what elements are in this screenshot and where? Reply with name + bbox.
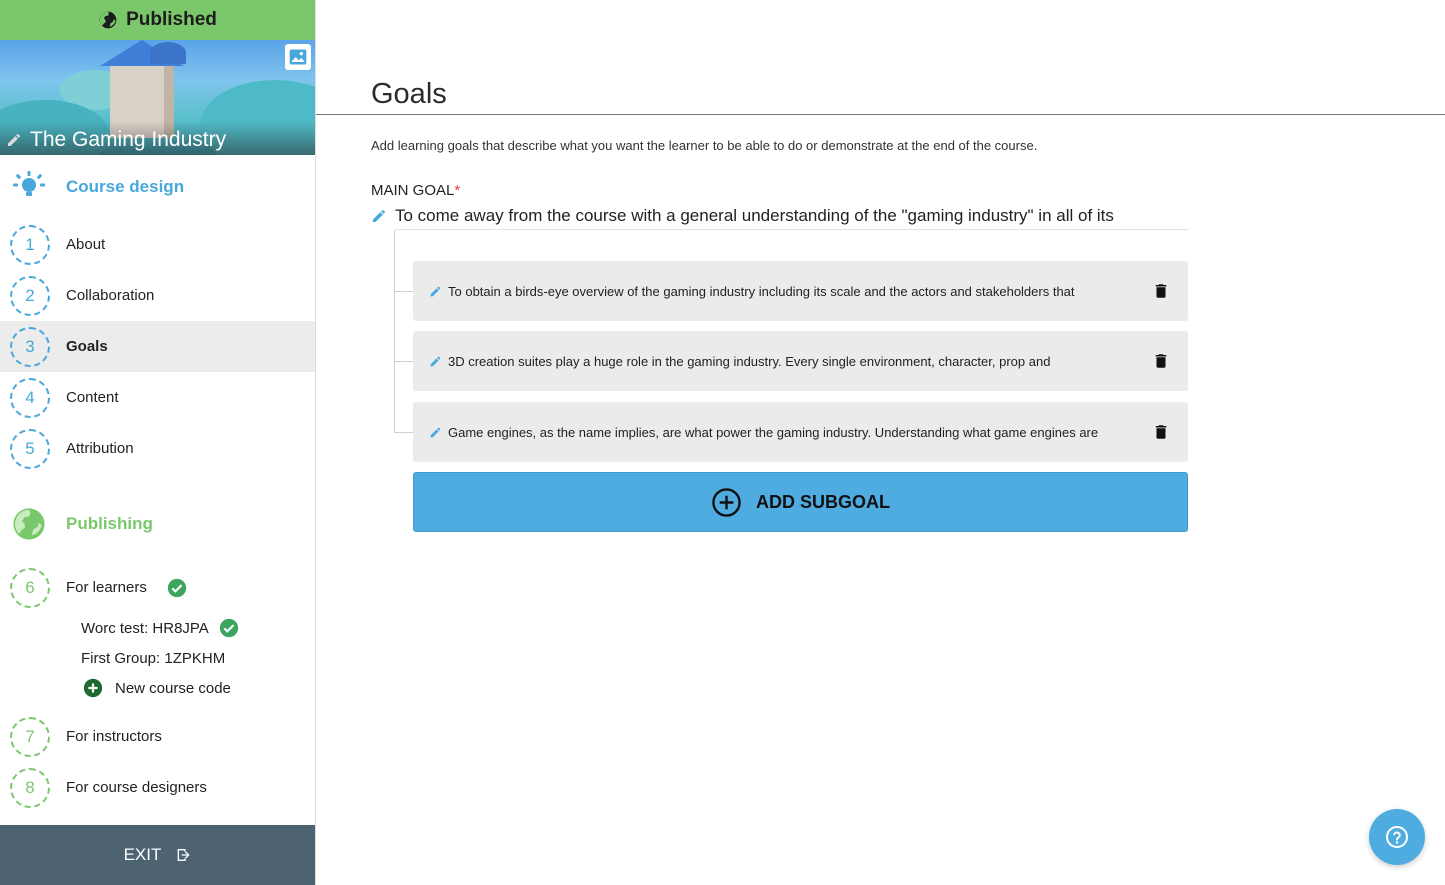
step-number: 4 (10, 377, 50, 418)
page-description: Add learning goals that describe what yo… (371, 138, 1038, 153)
nav-item-label: Attribution (66, 440, 134, 457)
main-goal-field[interactable]: To come away from the course with a gene… (371, 206, 1189, 226)
step-number: 7 (10, 716, 50, 757)
nav-item-label: For course designers (66, 779, 207, 796)
nav-item-attribution[interactable]: 5 Attribution (0, 423, 315, 474)
image-icon (289, 49, 307, 65)
course-code-list: Worc test: HR8JPA First Group: 1ZPKHM Ne… (0, 613, 315, 703)
course-title: The Gaming Industry (30, 128, 227, 151)
subgoal-tree-branch (394, 432, 413, 433)
exit-icon (178, 849, 190, 861)
step-number: 1 (10, 224, 50, 265)
nav-item-for-instructors[interactable]: 7 For instructors (0, 711, 315, 762)
course-code-item[interactable]: Worc test: HR8JPA (81, 613, 315, 643)
pencil-icon (430, 286, 441, 296)
nav-item-for-learners[interactable]: 6 For learners (0, 562, 315, 613)
trash-icon[interactable] (1152, 423, 1170, 441)
main-goal-label: MAIN GOAL* (371, 182, 460, 199)
step-number: 5 (10, 428, 50, 469)
step-number: 2 (10, 275, 50, 316)
pencil-icon (373, 209, 386, 222)
course-code-item[interactable]: First Group: 1ZPKHM (81, 643, 315, 673)
nav-item-label: Collaboration (66, 287, 155, 304)
nav-item-label: Content (66, 389, 119, 406)
course-cover-image[interactable]: The Gaming Industry (0, 40, 315, 155)
title-divider (316, 114, 1445, 115)
step-number: 8 (10, 767, 50, 808)
required-marker: * (454, 182, 461, 199)
publishing-heading[interactable]: Publishing (0, 486, 315, 562)
course-code-label: Worc test: HR8JPA (81, 619, 209, 637)
check-circle-icon (219, 618, 238, 638)
nav-item-label: For instructors (66, 728, 162, 745)
plus-circle-icon (83, 678, 103, 698)
main-goal-text: To come away from the course with a gene… (395, 206, 1114, 225)
subgoal-text: To obtain a birds-eye overview of the ga… (448, 283, 1075, 299)
add-subgoal-label: ADD SUBGOAL (756, 491, 890, 512)
main-goal-underline (395, 229, 1189, 230)
subgoal-text: 3D creation suites play a huge role in t… (448, 353, 1051, 369)
pencil-icon (430, 427, 441, 437)
status-label: Published (126, 9, 217, 30)
course-title-row[interactable]: The Gaming Industry (6, 128, 226, 152)
subgoal-text: Game engines, as the name implies, are w… (448, 424, 1099, 440)
pencil-icon (430, 356, 441, 366)
subgoal-tree-line (394, 230, 395, 433)
help-button[interactable] (1369, 809, 1425, 865)
step-number: 6 (10, 567, 50, 608)
subgoal-tree-branch (394, 361, 413, 362)
nav-item-label: About (66, 236, 106, 253)
lightbulb-icon (13, 171, 45, 196)
course-design-heading[interactable]: Course design (0, 155, 315, 219)
subgoal-item[interactable]: Game engines, as the name implies, are w… (413, 402, 1188, 462)
nav-item-label: For learners (66, 579, 147, 596)
subgoal-tree-branch (394, 291, 413, 292)
pencil-icon (8, 133, 21, 146)
course-code-label: First Group: 1ZPKHM (81, 649, 226, 667)
globe-icon (99, 11, 117, 29)
trash-icon[interactable] (1152, 282, 1170, 300)
sidebar: Published The Gaming Industry Course des… (0, 0, 316, 885)
exit-button[interactable]: EXIT (0, 825, 315, 885)
globe-icon (13, 508, 45, 540)
subgoal-item[interactable]: 3D creation suites play a huge role in t… (413, 331, 1188, 391)
main-goal-label-text: MAIN GOAL (371, 182, 455, 199)
page-title: Goals (371, 78, 447, 110)
help-icon (1386, 826, 1408, 848)
add-subgoal-button[interactable]: ADD SUBGOAL (413, 472, 1188, 532)
new-course-code-label: New course code (115, 679, 231, 697)
course-design-label: Course design (66, 177, 185, 196)
exit-label: EXIT (123, 845, 162, 864)
nav-item-label: Goals (66, 338, 108, 355)
nav-item-about[interactable]: 1 About (0, 219, 315, 270)
nav-item-collaboration[interactable]: 2 Collaboration (0, 270, 315, 321)
trash-icon[interactable] (1152, 352, 1170, 370)
nav-item-content[interactable]: 4 Content (0, 372, 315, 423)
nav-item-for-course-designers[interactable]: 8 For course designers (0, 762, 315, 813)
published-status-bar: Published (0, 0, 315, 40)
goals-page: Goals Add learning goals that describe w… (316, 0, 1445, 885)
plus-circle-icon (712, 487, 741, 517)
new-course-code-button[interactable]: New course code (81, 673, 315, 703)
nav-item-goals[interactable]: 3 Goals (0, 321, 315, 372)
publishing-label: Publishing (66, 514, 153, 533)
step-number: 3 (10, 326, 50, 367)
check-circle-icon (167, 578, 187, 597)
change-image-button[interactable] (285, 44, 311, 70)
subgoal-item[interactable]: To obtain a birds-eye overview of the ga… (413, 261, 1188, 321)
